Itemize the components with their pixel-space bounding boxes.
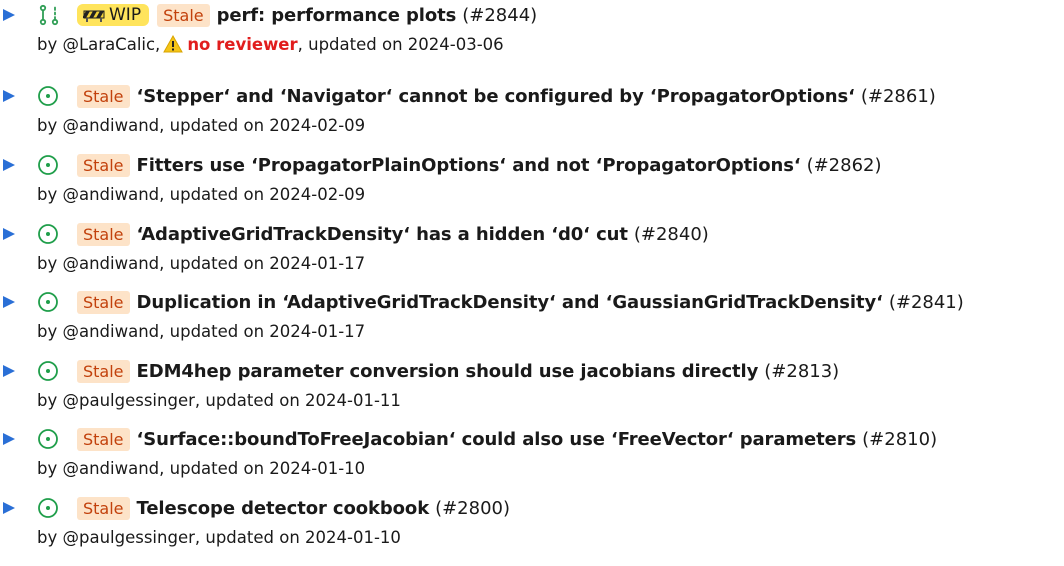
- item-title[interactable]: ‘Surface::boundToFreeJacobian‘ could als…: [137, 429, 857, 450]
- expand-arrow-icon[interactable]: [0, 89, 37, 103]
- item-title[interactable]: ‘AdaptiveGridTrackDensity‘ has a hidden …: [137, 224, 628, 245]
- item-number[interactable]: (#2813): [764, 361, 839, 382]
- wip-badge: WIP: [77, 4, 150, 26]
- item-title-row: Stale ‘AdaptiveGridTrackDensity‘ has a h…: [0, 219, 709, 249]
- item-title-row: WIP Stale perf: performance plots (#2844…: [0, 0, 537, 30]
- expand-arrow-icon[interactable]: [0, 364, 37, 378]
- item-meta: by @andiwand, updated on 2024-01-10: [37, 458, 366, 478]
- stale-badge: Stale: [77, 84, 130, 108]
- item-meta: by @andiwand, updated on 2024-01-17: [37, 321, 366, 341]
- expand-arrow-icon[interactable]: [0, 432, 37, 446]
- item-title[interactable]: Telescope detector cookbook: [137, 498, 430, 519]
- open-issue-icon: [37, 85, 77, 107]
- expand-arrow-icon[interactable]: [0, 227, 37, 241]
- list-item: Stale Fitters use ‘PropagatorPlainOption…: [0, 150, 1064, 210]
- list-item: Stale Duplication in ‘AdaptiveGridTrackD…: [0, 287, 1064, 347]
- construction-icon: [83, 10, 105, 22]
- item-title[interactable]: Duplication in ‘AdaptiveGridTrackDensity…: [137, 292, 883, 313]
- item-meta: by @paulgessinger, updated on 2024-01-11: [37, 390, 401, 410]
- open-issue-icon: [37, 360, 77, 382]
- expand-arrow-icon[interactable]: [0, 158, 37, 172]
- open-issue-icon: [37, 223, 77, 245]
- item-meta: by @andiwand, updated on 2024-01-17: [37, 253, 366, 273]
- item-title-row: Stale Fitters use ‘PropagatorPlainOption…: [0, 150, 882, 180]
- stale-badge: Stale: [77, 427, 130, 451]
- item-meta: by @paulgessinger, updated on 2024-01-10: [37, 527, 401, 547]
- item-number[interactable]: (#2800): [435, 498, 510, 519]
- stale-badge: Stale: [77, 496, 130, 520]
- issue-list: WIP Stale perf: performance plots (#2844…: [0, 0, 1064, 566]
- item-title-row: Stale Duplication in ‘AdaptiveGridTrackD…: [0, 287, 964, 317]
- wip-label: WIP: [109, 5, 142, 25]
- warning-icon: [163, 35, 184, 53]
- item-author: by @LaraCalic,: [37, 34, 161, 54]
- stale-badge: Stale: [77, 359, 130, 383]
- item-number[interactable]: (#2861): [861, 86, 936, 107]
- no-reviewer-label: no reviewer: [187, 34, 298, 54]
- item-title-row: Stale Telescope detector cookbook (#2800…: [0, 493, 510, 523]
- item-updated: , updated on 2024-03-06: [297, 34, 504, 54]
- item-meta: by @LaraCalic, no reviewer , updated on …: [37, 31, 504, 57]
- stale-badge: Stale: [77, 222, 130, 246]
- stale-badge: Stale: [157, 3, 210, 27]
- open-issue-icon: [37, 291, 77, 313]
- list-item: Stale EDM4hep parameter conversion shoul…: [0, 356, 1064, 416]
- list-item: Stale Telescope detector cookbook (#2800…: [0, 493, 1064, 553]
- item-title-row: Stale EDM4hep parameter conversion shoul…: [0, 356, 839, 386]
- list-item: Stale ‘Stepper‘ and ‘Navigator‘ cannot b…: [0, 81, 1064, 141]
- item-number[interactable]: (#2844): [462, 5, 537, 26]
- open-issue-icon: [37, 497, 77, 519]
- item-number[interactable]: (#2840): [634, 224, 709, 245]
- stale-badge: Stale: [77, 290, 130, 314]
- open-issue-icon: [37, 428, 77, 450]
- stale-badge: Stale: [77, 153, 130, 177]
- expand-arrow-icon[interactable]: [0, 501, 37, 515]
- list-item: Stale ‘AdaptiveGridTrackDensity‘ has a h…: [0, 219, 1064, 279]
- item-number[interactable]: (#2862): [807, 155, 882, 176]
- item-title-row: Stale ‘Surface::boundToFreeJacobian‘ cou…: [0, 424, 937, 454]
- item-title[interactable]: EDM4hep parameter conversion should use …: [137, 361, 759, 382]
- item-meta: by @andiwand, updated on 2024-02-09: [37, 115, 366, 135]
- item-number[interactable]: (#2810): [862, 429, 937, 450]
- item-number[interactable]: (#2841): [889, 292, 964, 313]
- expand-arrow-icon[interactable]: [0, 8, 37, 22]
- list-item: WIP Stale perf: performance plots (#2844…: [0, 0, 1064, 60]
- expand-arrow-icon[interactable]: [0, 295, 37, 309]
- draft-pr-icon: [37, 3, 77, 27]
- item-title[interactable]: perf: performance plots: [217, 5, 457, 26]
- item-title[interactable]: ‘Stepper‘ and ‘Navigator‘ cannot be conf…: [137, 86, 855, 107]
- item-title-row: Stale ‘Stepper‘ and ‘Navigator‘ cannot b…: [0, 81, 936, 111]
- item-title[interactable]: Fitters use ‘PropagatorPlainOptions‘ and…: [137, 155, 801, 176]
- open-issue-icon: [37, 154, 77, 176]
- list-item: Stale ‘Surface::boundToFreeJacobian‘ cou…: [0, 424, 1064, 484]
- item-meta: by @andiwand, updated on 2024-02-09: [37, 184, 366, 204]
